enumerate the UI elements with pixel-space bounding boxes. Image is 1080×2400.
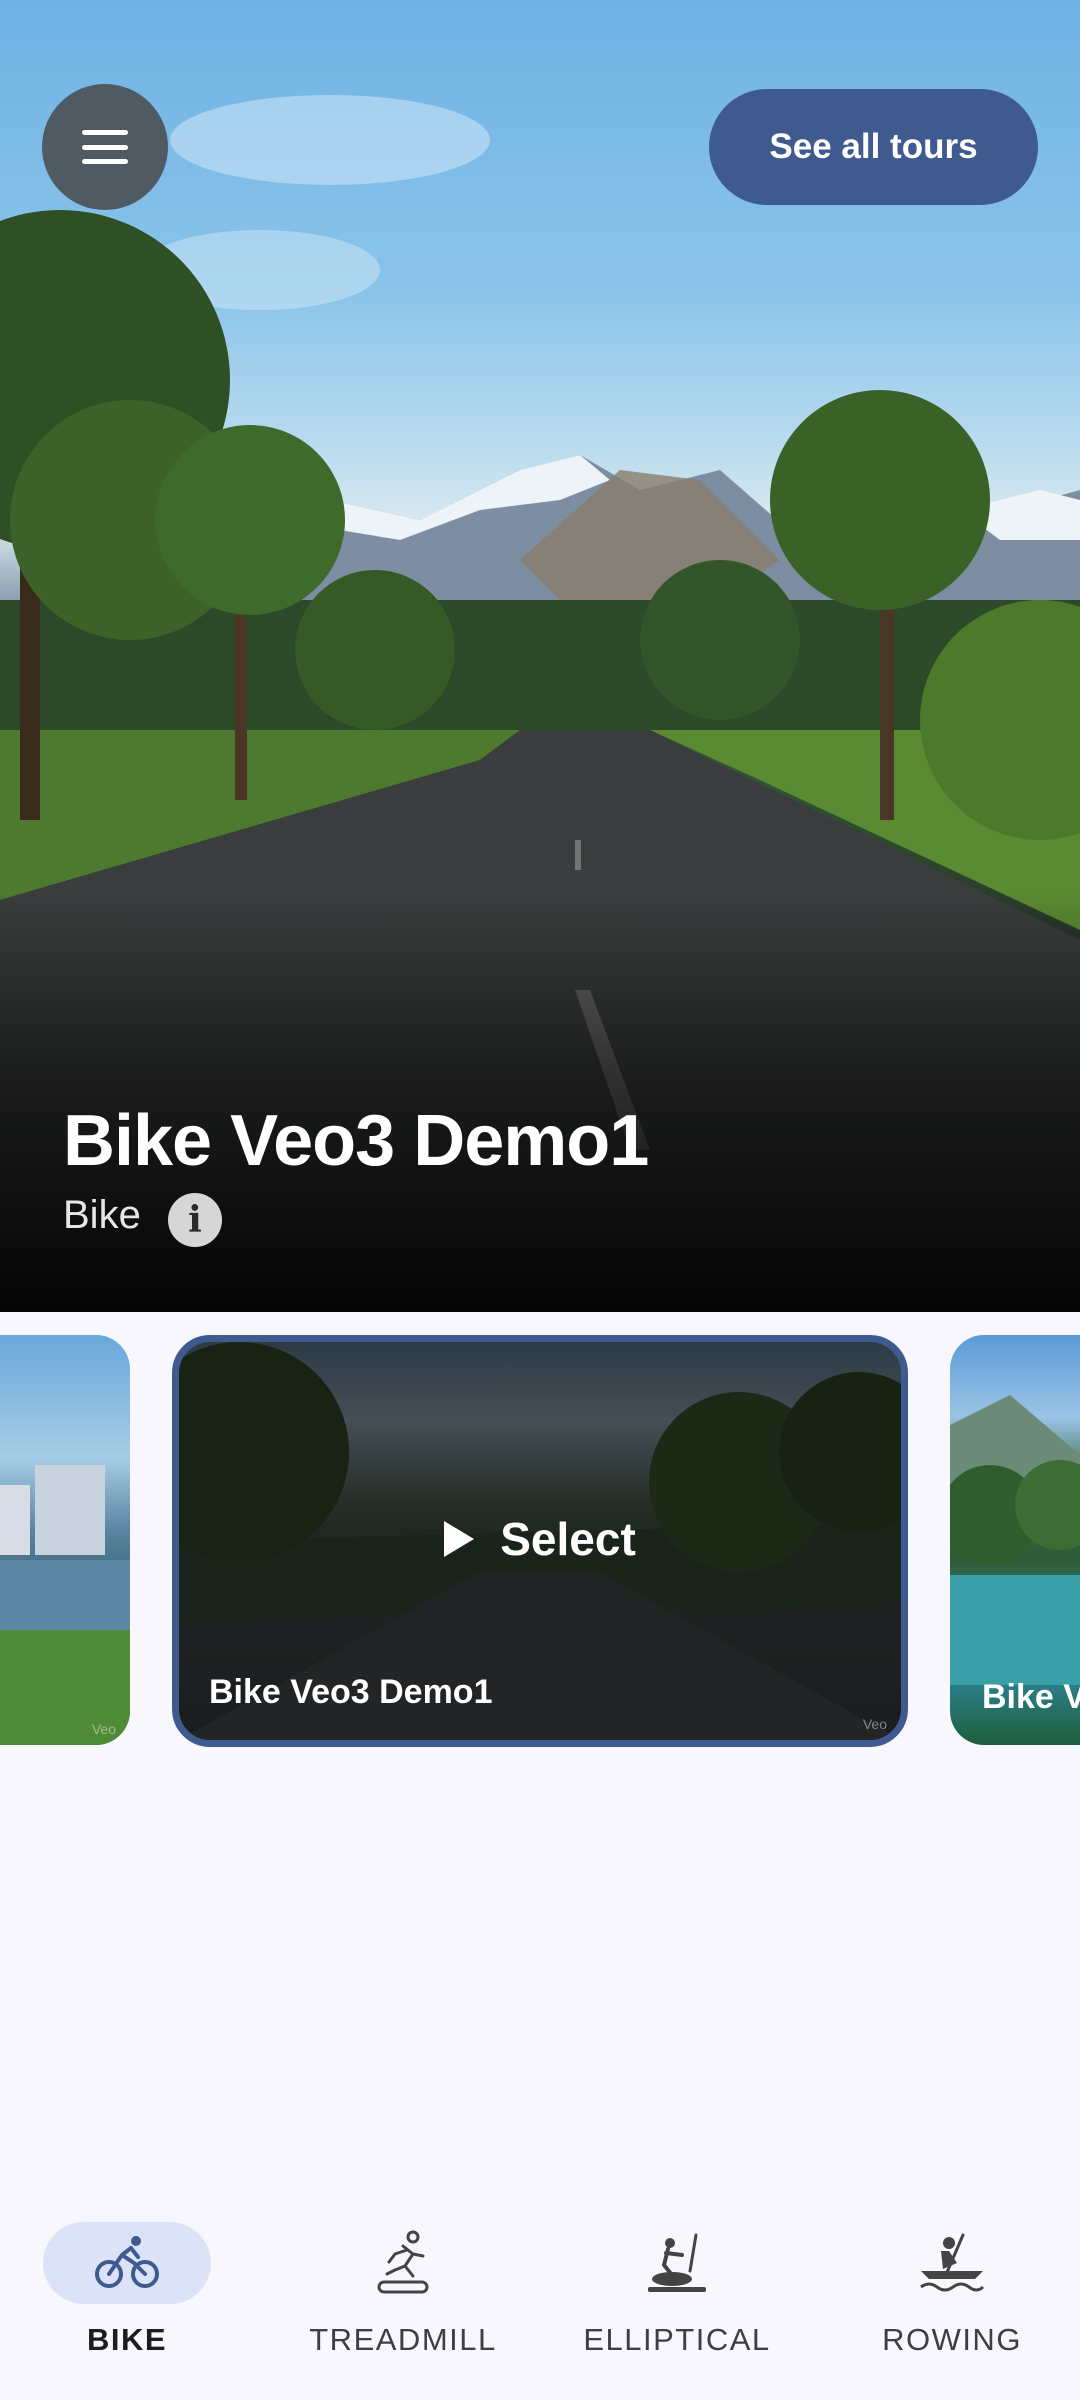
veo-watermark: Veo	[91, 1721, 116, 1737]
tour-title: Bike Veo3 Demo1	[63, 1101, 649, 1181]
tour-card-selected[interactable]: Select Bike Veo3 Demo1 Veo	[172, 1335, 908, 1747]
tour-card-previous[interactable]: Veo	[0, 1335, 130, 1745]
treadmill-icon	[377, 2230, 429, 2294]
select-action[interactable]: Select	[179, 1512, 901, 1566]
nav-label: ELLIPTICAL	[583, 2322, 771, 2357]
nav-label: TREADMILL	[309, 2322, 497, 2357]
nav-item-rowing[interactable]: ROWING	[817, 2200, 1080, 2400]
nav-label: ROWING	[882, 2322, 1022, 2357]
see-all-tours-button[interactable]: See all tours	[709, 89, 1038, 205]
rowing-icon	[920, 2233, 985, 2292]
card-scenery	[0, 1465, 130, 1745]
nav-label: BIKE	[86, 2322, 168, 2357]
nav-pill	[319, 2222, 487, 2304]
hero-banner: See all tours Bike Veo3 Demo1 Bike i	[0, 0, 1080, 1312]
bottom-navigation: BIKE TREADMILL ELLIPTICAL ROWING	[0, 2200, 1080, 2400]
nav-pill	[43, 2222, 211, 2304]
tour-card-next[interactable]: Bike V	[950, 1335, 1080, 1745]
card-title: Bike Veo3 Demo1	[209, 1673, 493, 1711]
tour-category: Bike	[63, 1193, 141, 1237]
info-icon[interactable]: i	[168, 1193, 222, 1247]
nav-pill	[593, 2222, 761, 2304]
card-title: Bike V	[982, 1678, 1080, 1716]
play-icon	[444, 1521, 475, 1557]
veo-watermark: Veo	[862, 1716, 887, 1732]
bike-icon	[95, 2236, 159, 2288]
hamburger-icon	[82, 130, 128, 164]
menu-button[interactable]	[42, 84, 168, 210]
nav-pill	[868, 2222, 1036, 2304]
nav-item-elliptical[interactable]: ELLIPTICAL	[542, 2200, 812, 2400]
nav-item-treadmill[interactable]: TREADMILL	[268, 2200, 538, 2400]
nav-item-bike[interactable]: BIKE	[0, 2200, 262, 2400]
select-label: Select	[500, 1513, 636, 1565]
elliptical-icon	[648, 2233, 706, 2292]
